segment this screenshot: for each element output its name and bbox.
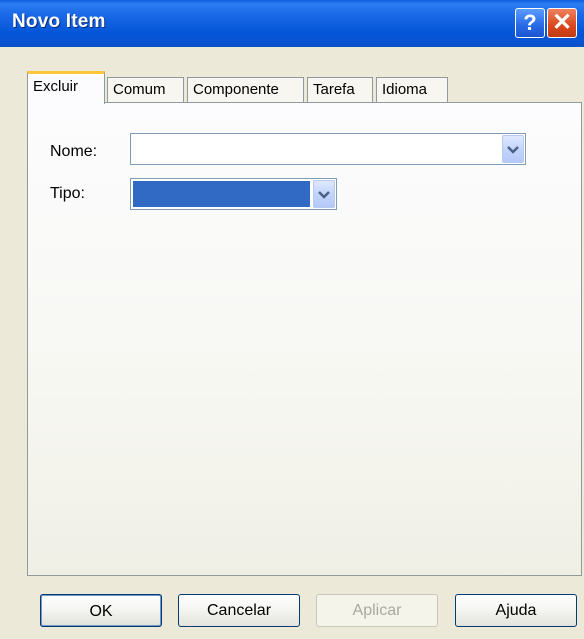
tab-idioma[interactable]: Idioma	[376, 77, 448, 103]
chevron-down-icon[interactable]	[313, 180, 335, 208]
ok-button[interactable]: OK	[40, 594, 162, 627]
tab-excluir[interactable]: Excluir	[27, 71, 105, 104]
tipo-selection	[133, 181, 310, 207]
help-button[interactable]: ?	[515, 8, 545, 38]
window-title: Novo Item	[12, 11, 106, 32]
cancel-button[interactable]: Cancelar	[178, 594, 300, 627]
title-bar[interactable]: Novo Item ? ✕	[0, 0, 584, 47]
tipo-combobox[interactable]	[130, 178, 337, 210]
nome-label: Nome:	[50, 143, 98, 160]
nome-combobox[interactable]	[130, 133, 526, 165]
close-button[interactable]: ✕	[547, 8, 577, 38]
tab-tarefa[interactable]: Tarefa	[307, 77, 373, 103]
chevron-down-icon[interactable]	[502, 135, 524, 163]
tab-componente[interactable]: Componente	[187, 77, 304, 103]
apply-button[interactable]: Aplicar	[316, 594, 438, 627]
close-icon: ✕	[551, 9, 573, 36]
help-text-button[interactable]: Ajuda	[455, 594, 577, 627]
tipo-label: Tipo:	[50, 185, 85, 202]
tab-panel-excluir: Nome: Tipo:	[27, 102, 582, 576]
dialog-window: Novo Item ? ✕ Excluir Comum Componente T…	[0, 0, 584, 639]
tab-comum[interactable]: Comum	[107, 77, 184, 103]
help-icon: ?	[523, 10, 537, 35]
